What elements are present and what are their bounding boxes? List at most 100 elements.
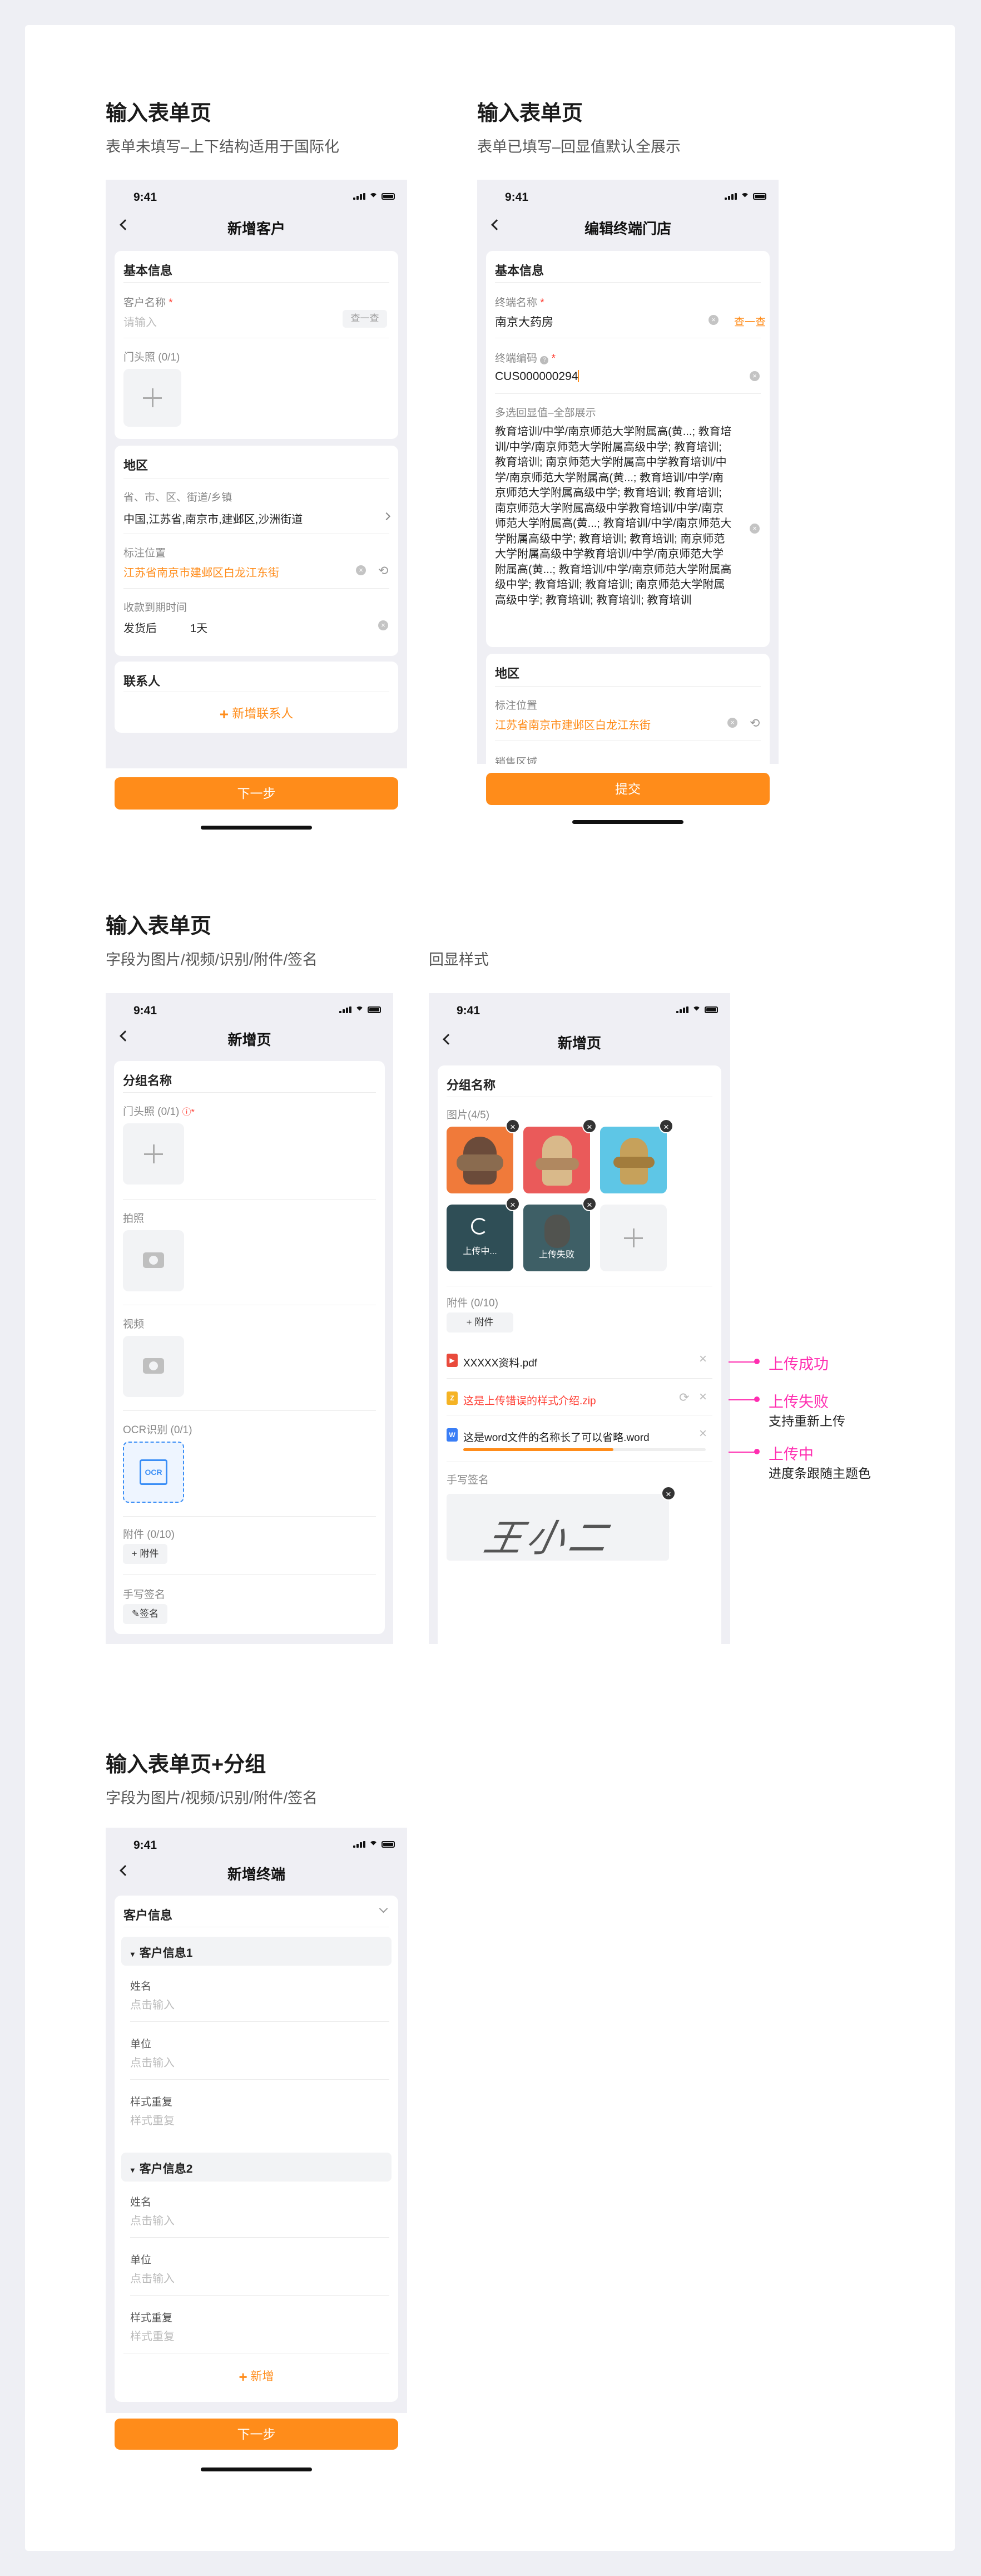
- close-icon[interactable]: ×: [699, 1389, 707, 1405]
- status-bar: 9:41: [106, 180, 407, 204]
- video-upload[interactable]: [123, 1336, 184, 1397]
- customer-name-input[interactable]: 请输入: [123, 313, 157, 329]
- status-bar: 9:41: [477, 180, 779, 204]
- status-time: 9:41: [133, 1839, 157, 1852]
- signature-pad[interactable]: 王小二: [447, 1494, 669, 1561]
- image-failed[interactable]: 上传失败: [523, 1205, 590, 1271]
- text-input[interactable]: 样式重复: [130, 2327, 175, 2343]
- image-thumb[interactable]: [447, 1127, 513, 1193]
- ocr-upload[interactable]: OCR: [123, 1442, 184, 1503]
- plus-icon: +: [219, 705, 229, 723]
- signal-icon: [725, 193, 737, 200]
- multi-select-value[interactable]: 教育培训/中学/南京师范大学附属高(黄...; 教育培训/中学/南京师范大学附属…: [495, 425, 734, 639]
- delete-icon[interactable]: ×: [582, 1197, 597, 1211]
- clear-icon[interactable]: ×: [750, 371, 760, 381]
- lookup-button[interactable]: 查一查: [343, 310, 387, 328]
- wifi-icon: [369, 192, 378, 200]
- delete-icon[interactable]: ×: [582, 1119, 597, 1133]
- field-label: OCR识别 (0/1): [123, 1424, 192, 1436]
- next-button[interactable]: 下一步: [115, 777, 398, 810]
- delete-icon[interactable]: ×: [659, 1119, 673, 1133]
- group-title: ▼ 客户信息2: [129, 2163, 193, 2175]
- submit-button[interactable]: 提交: [486, 773, 770, 805]
- refresh-icon[interactable]: ⟲: [750, 716, 760, 731]
- retry-icon[interactable]: ⟳: [679, 1390, 689, 1405]
- add-group-button[interactable]: + 新增: [115, 2367, 398, 2386]
- status-bar: 9:41: [429, 993, 730, 1018]
- section-header: 基本信息: [495, 264, 544, 278]
- nav-bar: 编辑终端门店: [477, 214, 779, 239]
- field-label: 单位: [130, 2039, 152, 2050]
- field-label: 客户名称 *: [123, 297, 173, 309]
- photo-upload[interactable]: [123, 1123, 184, 1185]
- delete-icon[interactable]: ×: [661, 1486, 676, 1501]
- chevron-down-icon[interactable]: [379, 1904, 388, 1913]
- lookup-button[interactable]: 查一查: [734, 314, 766, 329]
- home-indicator: [201, 826, 312, 830]
- clear-icon[interactable]: ×: [750, 524, 760, 534]
- text-input[interactable]: 点击输入: [130, 2212, 175, 2228]
- refresh-icon[interactable]: ⟲: [378, 564, 388, 578]
- section-subtitle: 字段为图片/视频/识别/附件/签名: [106, 1790, 318, 1807]
- due-value[interactable]: 1天: [190, 619, 207, 635]
- add-image-button[interactable]: [600, 1205, 667, 1271]
- area-value[interactable]: 中国,江苏省,南京市,建邺区,沙洲街道: [123, 510, 303, 526]
- annotation-dot: [754, 1449, 760, 1454]
- battery-icon: [705, 1006, 718, 1013]
- spinner-icon: [471, 1218, 488, 1235]
- battery-icon: [382, 1840, 395, 1848]
- field-label: 省、市、区、街道/乡镇: [123, 492, 232, 504]
- terminal-code-value[interactable]: CUS000000294: [495, 370, 579, 383]
- image-thumb[interactable]: [600, 1127, 667, 1193]
- field-label: 标注位置: [495, 700, 538, 712]
- clear-icon[interactable]: ×: [708, 315, 719, 325]
- group-title: 分组名称: [447, 1078, 496, 1092]
- region-section: 地区 省、市、区、街道/乡镇 中国,江苏省,南京市,建邺区,沙洲街道 标注位置 …: [115, 446, 398, 656]
- mark-location-value[interactable]: 江苏省南京市建邺区白龙江东街: [495, 716, 651, 732]
- field-label: 拍照: [123, 1213, 145, 1225]
- terminal-name-value[interactable]: 南京大药房: [495, 313, 553, 330]
- video-icon: [143, 1358, 164, 1374]
- clear-icon[interactable]: ×: [378, 620, 388, 630]
- add-contact-button[interactable]: + 新增联系人: [115, 704, 398, 723]
- group-header[interactable]: ▼ 客户信息2: [121, 2153, 392, 2182]
- chevron-right-icon: [382, 512, 391, 521]
- close-icon[interactable]: ×: [699, 1351, 707, 1367]
- text-input[interactable]: 样式重复: [130, 2111, 175, 2128]
- annotation-line: [729, 1452, 756, 1453]
- delete-icon[interactable]: ×: [506, 1119, 520, 1133]
- phone-echo-form: 9:41 新增页 分组名称 图片(4/5) × × × 上传中... 上传失败 …: [429, 993, 730, 1644]
- text-input[interactable]: 点击输入: [130, 2269, 175, 2286]
- delete-icon[interactable]: ×: [506, 1197, 520, 1211]
- field-label: 图片(4/5): [447, 1109, 490, 1121]
- file-name[interactable]: XXXXX资料.pdf: [463, 1355, 537, 1370]
- clear-icon[interactable]: ×: [727, 718, 737, 728]
- caret-down-icon: ▼: [129, 1950, 136, 1958]
- camera-upload[interactable]: [123, 1230, 184, 1291]
- home-indicator: [572, 820, 683, 824]
- photo-upload[interactable]: [123, 369, 181, 427]
- basic-info-section: 基本信息 终端名称 * 南京大药房 × 查一查 终端编码 ? * CUS0000…: [486, 251, 770, 647]
- file-name-error[interactable]: 这是上传错误的样式介绍.zip: [463, 1393, 596, 1408]
- image-thumb[interactable]: [523, 1127, 590, 1193]
- sign-button[interactable]: ✎签名: [123, 1604, 167, 1624]
- attach-button[interactable]: + 附件: [447, 1312, 513, 1333]
- section-header: 地区: [495, 667, 520, 680]
- customer-info-section: 客户信息 ▼ 客户信息1 姓名 点击输入 单位 点击输入 样式重复 样式重复 ▼…: [115, 1896, 398, 2402]
- annotation-failed: 上传失败: [769, 1394, 829, 1410]
- next-button[interactable]: 下一步: [115, 2419, 398, 2450]
- annotation-uploading-sub: 进度条跟随主题色: [769, 1466, 871, 1481]
- field-label: 收款到期时间: [123, 602, 187, 614]
- text-input[interactable]: 点击输入: [130, 1996, 175, 2012]
- close-icon[interactable]: ×: [699, 1426, 707, 1442]
- group-header[interactable]: ▼ 客户信息1: [121, 1937, 392, 1966]
- file-name[interactable]: 这是word文件的名称长了可以省略.word: [463, 1429, 650, 1444]
- field-label: 手写签名: [447, 1474, 489, 1486]
- mark-location-value[interactable]: 江苏省南京市建邺区白龙江东街: [123, 564, 279, 580]
- plus-icon: +: [131, 1548, 137, 1559]
- field-label: 门头照 (0/1): [123, 352, 180, 363]
- text-input[interactable]: 点击输入: [130, 2054, 175, 2070]
- wifi-icon: [355, 1005, 364, 1014]
- clear-icon[interactable]: ×: [356, 565, 366, 575]
- attach-button[interactable]: + 附件: [123, 1544, 167, 1564]
